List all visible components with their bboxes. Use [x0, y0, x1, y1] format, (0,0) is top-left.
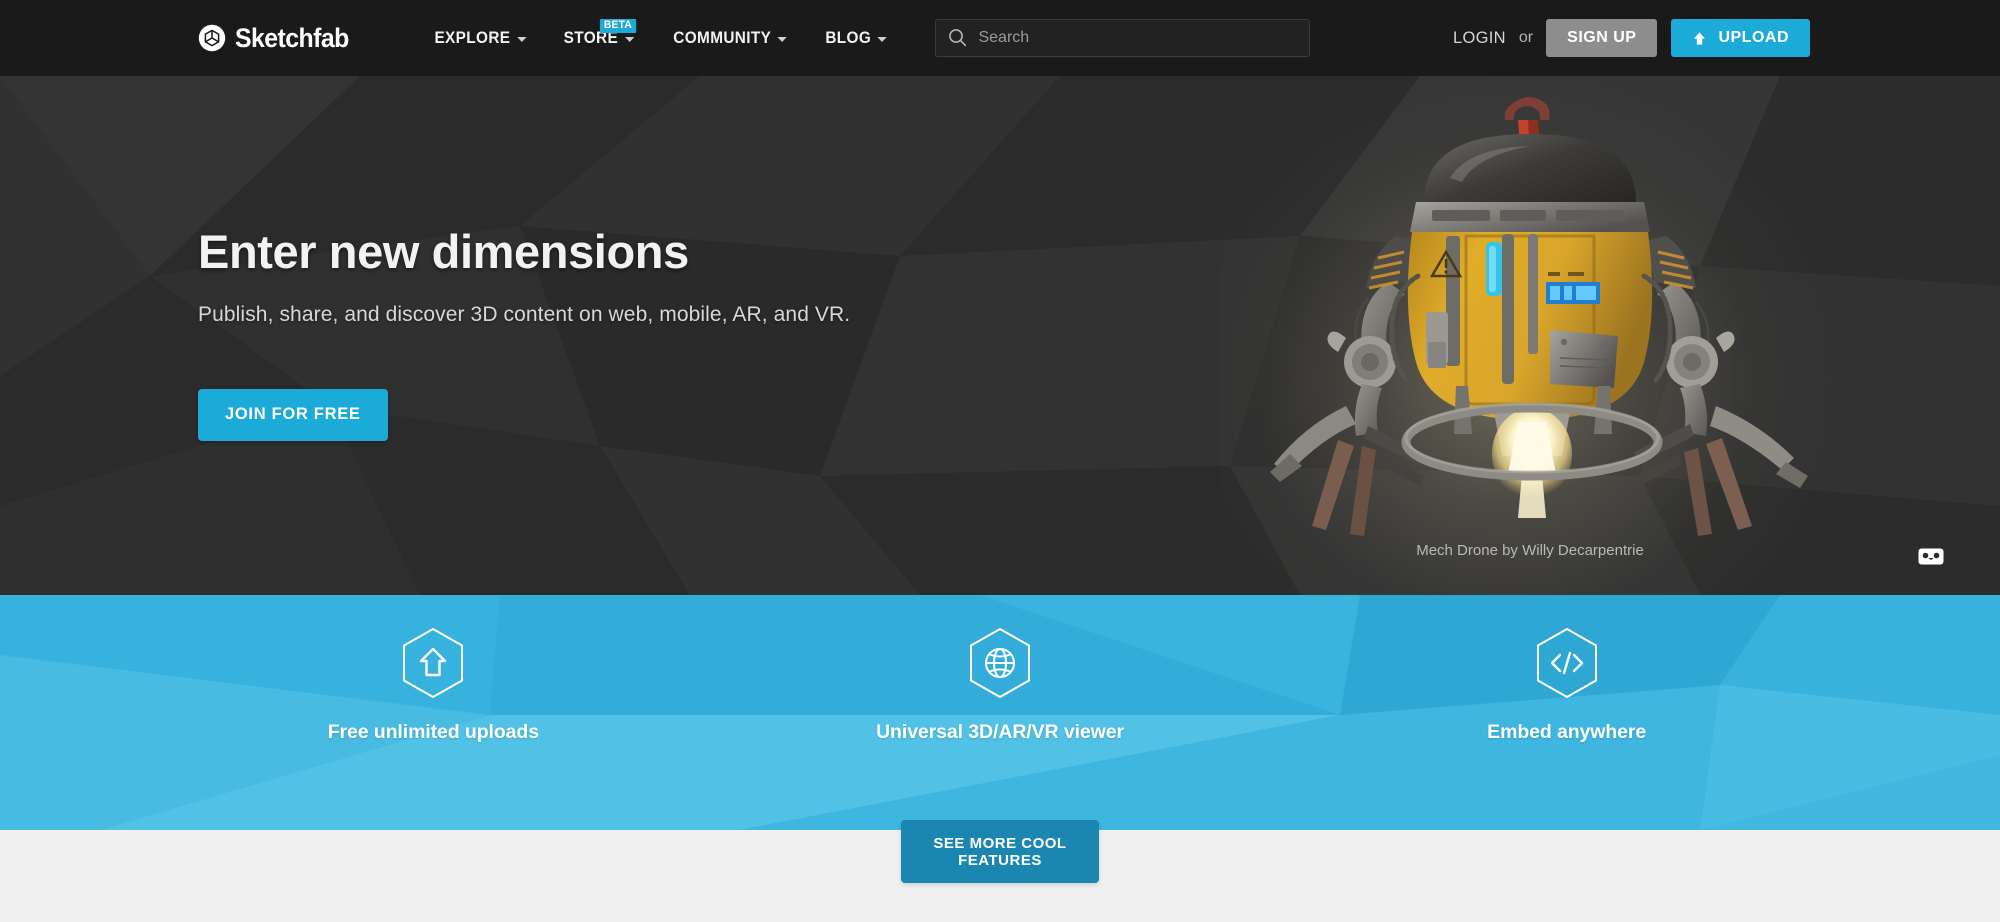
- chevron-down-icon: [777, 36, 787, 42]
- upload-arrow-icon: [1692, 31, 1707, 46]
- sketchfab-homepage: Sketchfab Explore Store BETA Community B…: [0, 0, 2000, 922]
- sketchfab-cube-logo-icon: [198, 24, 226, 52]
- or-separator-label: or: [1518, 29, 1534, 46]
- mech-drone-model-image: [1270, 96, 1808, 536]
- features-row: Free unlimited uploads Universal 3D/AR/V…: [0, 595, 2000, 830]
- top-navigation-bar: Sketchfab Explore Store BETA Community B…: [0, 0, 2000, 76]
- search-input[interactable]: [935, 19, 1311, 57]
- model-attribution-caption: Mech Drone by Willy Decarpentrie: [1416, 542, 1644, 559]
- hero-section: Enter new dimensions Publish, share, and…: [0, 76, 2000, 595]
- nav-item-explore-label: Explore: [434, 28, 511, 47]
- nav-item-explore[interactable]: Explore: [419, 29, 541, 48]
- upload-button-label: Upload: [1718, 29, 1789, 46]
- feature-label: Universal 3D/AR/VR viewer: [876, 721, 1124, 743]
- chevron-down-icon: [516, 36, 526, 42]
- brand-name: Sketchfab: [235, 22, 349, 53]
- nav-item-community[interactable]: Community: [658, 29, 802, 48]
- login-link[interactable]: Login: [1453, 29, 1506, 48]
- upload-hexagon-icon: [401, 627, 465, 699]
- feature-free-unlimited-uploads[interactable]: Free unlimited uploads: [150, 595, 717, 830]
- nav-item-blog[interactable]: Blog: [811, 29, 902, 48]
- hero-subtitle: Publish, share, and discover 3D content …: [198, 302, 851, 326]
- feature-label: Embed anywhere: [1487, 721, 1647, 743]
- sign-up-button[interactable]: Sign up: [1546, 19, 1658, 57]
- primary-nav-links: Explore Store BETA Community Blog: [415, 18, 906, 48]
- brand-logo-link[interactable]: Sketchfab: [198, 23, 359, 54]
- account-actions: Login or Sign up Upload: [1453, 19, 1810, 57]
- feature-universal-viewer[interactable]: Universal 3D/AR/VR viewer: [717, 595, 1284, 830]
- search-box: [935, 19, 1311, 57]
- hero-content: Enter new dimensions Publish, share, and…: [0, 76, 2000, 595]
- hero-title: Enter new dimensions: [198, 225, 689, 278]
- beta-badge: BETA: [600, 18, 637, 33]
- hero-3d-model-viewer[interactable]: Mech Drone by Willy Decarpentrie: [1060, 76, 2000, 595]
- nav-item-community-label: Community: [673, 28, 772, 47]
- chevron-down-icon: [624, 36, 635, 42]
- cardboard-vr-icon[interactable]: [1918, 548, 1944, 565]
- chevron-down-icon: [877, 36, 888, 42]
- globe-hexagon-icon: [968, 627, 1032, 699]
- hero-copy-block: Enter new dimensions Publish, share, and…: [198, 226, 898, 441]
- code-hexagon-icon: [1535, 627, 1599, 699]
- nav-item-blog-label: Blog: [825, 28, 872, 47]
- nav-item-store[interactable]: Store BETA: [549, 18, 649, 48]
- join-for-free-button[interactable]: Join for free: [198, 388, 388, 441]
- upload-button[interactable]: Upload: [1671, 19, 1810, 57]
- see-more-cool-features-button[interactable]: See more cool features: [901, 820, 1099, 883]
- feature-label: Free unlimited uploads: [327, 721, 539, 743]
- feature-embed-anywhere[interactable]: Embed anywhere: [1283, 595, 1850, 830]
- features-band: Free unlimited uploads Universal 3D/AR/V…: [0, 595, 2000, 883]
